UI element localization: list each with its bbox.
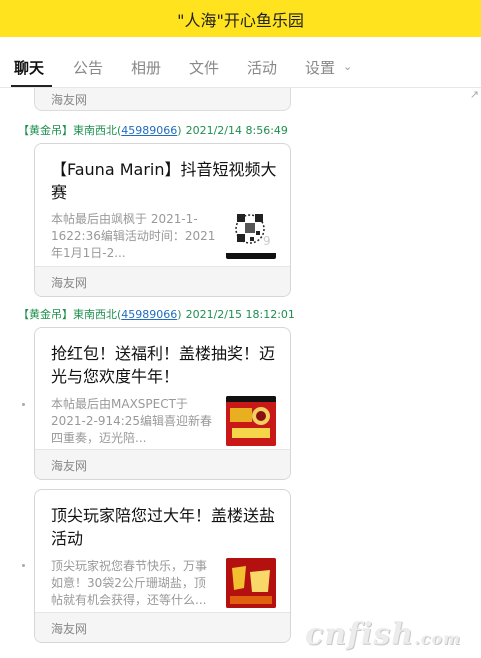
card-footer: 海友网 bbox=[35, 449, 290, 479]
card-source: 海友网 bbox=[51, 622, 88, 636]
card-title: 顶尖玩家陪您过大年！盖楼送盐活动 bbox=[51, 506, 276, 548]
tab-album[interactable]: 相册 bbox=[131, 57, 161, 78]
qq-number-link[interactable]: 45989066 bbox=[121, 124, 177, 137]
tab-settings[interactable]: 设置 bbox=[305, 57, 335, 78]
sender-name[interactable]: 【黄金吊】東南西北 bbox=[18, 124, 117, 137]
card-footer: 海友网 bbox=[35, 266, 290, 296]
card-footer: 海友网 bbox=[35, 612, 290, 642]
new-year-promo-thumbnail bbox=[226, 396, 276, 446]
card-description: 本帖最后由飒枫于 2021-1-1622:36编辑活动时间：2021年1月1日-… bbox=[51, 212, 216, 260]
site-watermark: cnfish.com bbox=[305, 617, 461, 652]
previous-card[interactable]: 海友网 bbox=[34, 88, 291, 111]
share-card[interactable]: 抢红包！送福利！盖楼抽奖！迈光与您欢度牛年！ 本帖最后由MAXSPECT于 20… bbox=[34, 327, 291, 480]
tab-chat[interactable]: 聊天 bbox=[14, 57, 44, 78]
unread-dot bbox=[22, 564, 25, 567]
chevron-down-icon[interactable]: ⌄ bbox=[343, 60, 352, 73]
card-description: 本帖最后由MAXSPECT于 2021-2-914:25编辑喜迎新春四重奏，迈光… bbox=[51, 397, 213, 445]
spring-festival-thumbnail bbox=[226, 558, 276, 608]
card-source: 海友网 bbox=[51, 459, 88, 473]
unread-dot bbox=[22, 403, 25, 406]
title-bar: "人海"开心鱼乐园 bbox=[0, 0, 481, 37]
tab-announcements[interactable]: 公告 bbox=[73, 57, 103, 78]
watermark-suffix: .com bbox=[414, 629, 462, 648]
chat-area[interactable]: 海友网 【黄金吊】東南西北(45989066) 2021/2/14 8:56:49… bbox=[0, 88, 481, 658]
tab-files[interactable]: 文件 bbox=[189, 57, 219, 78]
card-title: 【Fauna Marin】抖音短视频大赛 bbox=[51, 160, 277, 202]
share-card[interactable]: 顶尖玩家陪您过大年！盖楼送盐活动 顶尖玩家祝您春节快乐，万事如意！30袋2公斤珊… bbox=[34, 489, 291, 643]
message-time: 2021/2/14 8:56:49 bbox=[185, 124, 288, 137]
svg-text:9: 9 bbox=[263, 234, 271, 248]
window-title: "人海"开心鱼乐园 bbox=[177, 10, 304, 30]
message-header: 【黄金吊】東南西北(45989066) 2021/2/15 18:12:01 bbox=[18, 308, 295, 321]
qq-number-link[interactable]: 45989066 bbox=[121, 308, 177, 321]
tab-bar: 聊天 公告 相册 文件 活动 设置 ⌄ bbox=[0, 37, 481, 88]
tab-activities[interactable]: 活动 bbox=[247, 57, 277, 78]
share-card[interactable]: 【Fauna Marin】抖音短视频大赛 本帖最后由飒枫于 2021-1-162… bbox=[34, 143, 291, 297]
card-title: 抢红包！送福利！盖楼抽奖！迈光与您欢度牛年！ bbox=[51, 344, 276, 386]
message-time: 2021/2/15 18:12:01 bbox=[185, 308, 295, 321]
sender-name[interactable]: 【黄金吊】東南西北 bbox=[18, 308, 117, 321]
card-source: 海友网 bbox=[51, 276, 88, 290]
active-tab-indicator bbox=[11, 85, 52, 87]
card-description: 顶尖玩家祝您春节快乐，万事如意！30袋2公斤珊瑚盐，顶帖就有机会获得，还等什么.… bbox=[51, 559, 208, 607]
watermark-main: cnfish bbox=[305, 617, 415, 652]
message-header: 【黄金吊】東南西北(45989066) 2021/2/14 8:56:49 bbox=[18, 124, 288, 137]
qr-code-thumbnail: 9 bbox=[226, 209, 276, 259]
card-source: 海友网 bbox=[51, 93, 88, 107]
